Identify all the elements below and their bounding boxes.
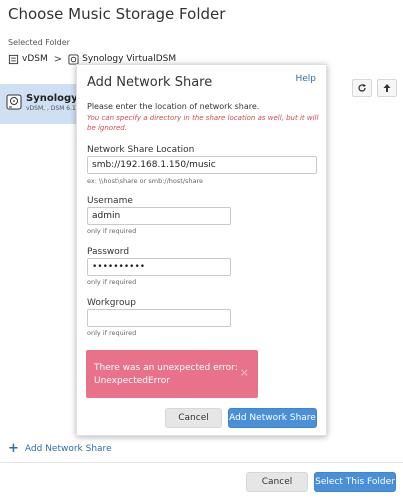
- selected-folder-label: Selected Folder: [8, 38, 70, 47]
- error-line-1: There was an unexpected error:: [94, 363, 238, 373]
- breadcrumb-item-vdsm[interactable]: vDSM: [8, 54, 48, 65]
- dialog-intro: Please enter the location of network sha…: [87, 102, 260, 111]
- breadcrumb-label-vdsm: vDSM: [22, 54, 48, 64]
- page-title: Choose Music Storage Folder: [8, 5, 226, 23]
- breadcrumb-label-synology: Synology VirtualDSM: [82, 54, 177, 64]
- list-item-subtitle: vDSM, , DSM 6.1.4: [26, 105, 82, 112]
- harddrive-icon: [68, 53, 79, 65]
- dialog-hint: You can specify a directory in the share…: [87, 114, 319, 132]
- home-network-icon: [8, 54, 19, 64]
- breadcrumb-item-synology[interactable]: Synology VirtualDSM: [68, 53, 177, 65]
- password-label: Password: [87, 247, 130, 257]
- help-link[interactable]: Help: [295, 74, 316, 84]
- password-note: only if required: [87, 278, 137, 286]
- cancel-button[interactable]: Cancel: [246, 472, 308, 492]
- close-icon[interactable]: ×: [240, 366, 249, 379]
- plus-icon: +: [8, 441, 19, 456]
- add-network-share-button[interactable]: Add Network Share: [228, 408, 317, 428]
- username-note: only if required: [87, 227, 137, 235]
- add-network-share-label: Add Network Share: [24, 444, 112, 454]
- location-label: Network Share Location: [87, 145, 195, 155]
- error-line-2: UnexpectedError: [94, 376, 170, 386]
- error-message: There was an unexpected error: Unexpecte…: [86, 350, 258, 398]
- workgroup-note: only if required: [87, 329, 137, 337]
- workgroup-label: Workgroup: [87, 298, 136, 308]
- list-item-name: Synology VirtualDSM: [26, 93, 82, 104]
- harddrive-icon: [6, 94, 22, 110]
- add-network-share-dialog: Add Network Share Help Please enter the …: [76, 64, 327, 436]
- workgroup-input[interactable]: [87, 309, 231, 327]
- location-example: ex: \\host\share or smb://host/share: [87, 177, 204, 185]
- username-label: Username: [87, 196, 133, 206]
- chevron-right-icon: >: [53, 53, 63, 65]
- location-input[interactable]: smb://192.168.1.150/music: [87, 156, 317, 174]
- list-item[interactable]: Synology VirtualDSM vDSM, , DSM 6.1.4: [0, 84, 82, 124]
- add-network-share-link[interactable]: + Add Network Share: [8, 441, 112, 456]
- dialog-title: Add Network Share: [87, 75, 213, 90]
- dialog-cancel-button[interactable]: Cancel: [165, 408, 222, 428]
- select-this-folder-button[interactable]: Select This Folder: [314, 472, 396, 492]
- footer-divider: [0, 462, 403, 463]
- password-input[interactable]: ••••••••••: [87, 258, 231, 276]
- username-input[interactable]: admin: [87, 207, 231, 225]
